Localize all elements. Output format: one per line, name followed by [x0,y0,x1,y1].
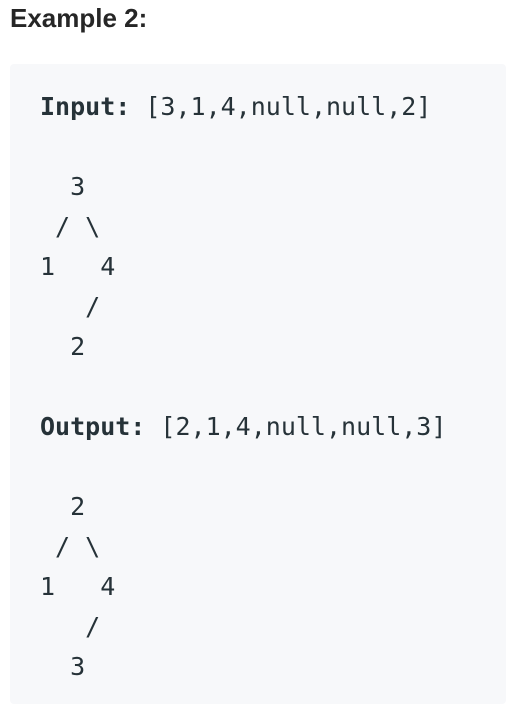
output-tree-line-5: 3 [40,652,86,681]
example-heading: Example 2: [10,3,148,33]
output-tree-line-2: / \ [40,532,101,561]
output-label: Output: [40,412,146,441]
input-label: Input: [40,92,131,121]
input-tree-line-2: / \ [40,212,101,241]
input-line: Input: [3,1,4,null,null,2] [40,87,506,127]
input-value: [3,1,4,null,null,2] [145,92,432,121]
output-tree-line-3: 1 4 [40,572,116,601]
output-tree-line-4: / [40,612,101,641]
input-tree-line-4: / [40,292,101,321]
output-tree-line-1: 2 [40,492,86,521]
input-tree-line-5: 2 [40,332,86,361]
input-tree-line-1: 3 [40,172,86,201]
example-code-block: Input: [3,1,4,null,null,2] 3 / \ 1 4 / 2… [10,64,506,704]
output-value: [2,1,4,null,null,3] [160,412,447,441]
input-tree-line-3: 1 4 [40,252,116,281]
output-line: Output: [2,1,4,null,null,3] [40,407,506,447]
